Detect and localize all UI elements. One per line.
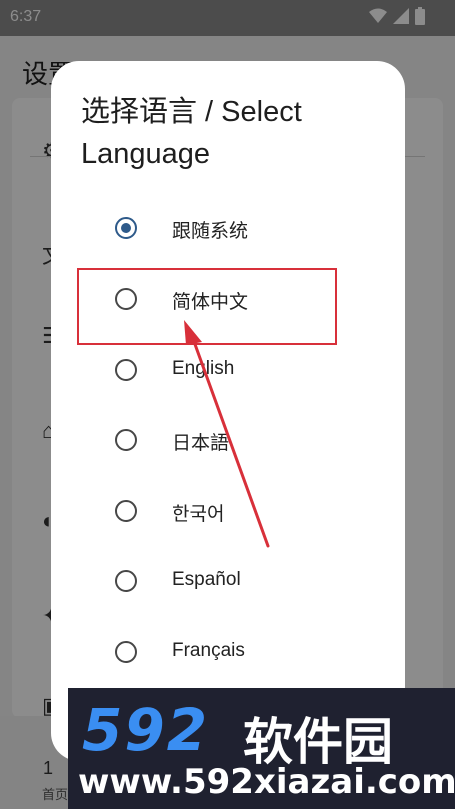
watermark-logo: 592 xyxy=(82,696,210,764)
watermark-url: www.592xiazai.com xyxy=(78,762,455,802)
watermark-banner: 592 软件园 www.592xiazai.com xyxy=(68,688,455,809)
